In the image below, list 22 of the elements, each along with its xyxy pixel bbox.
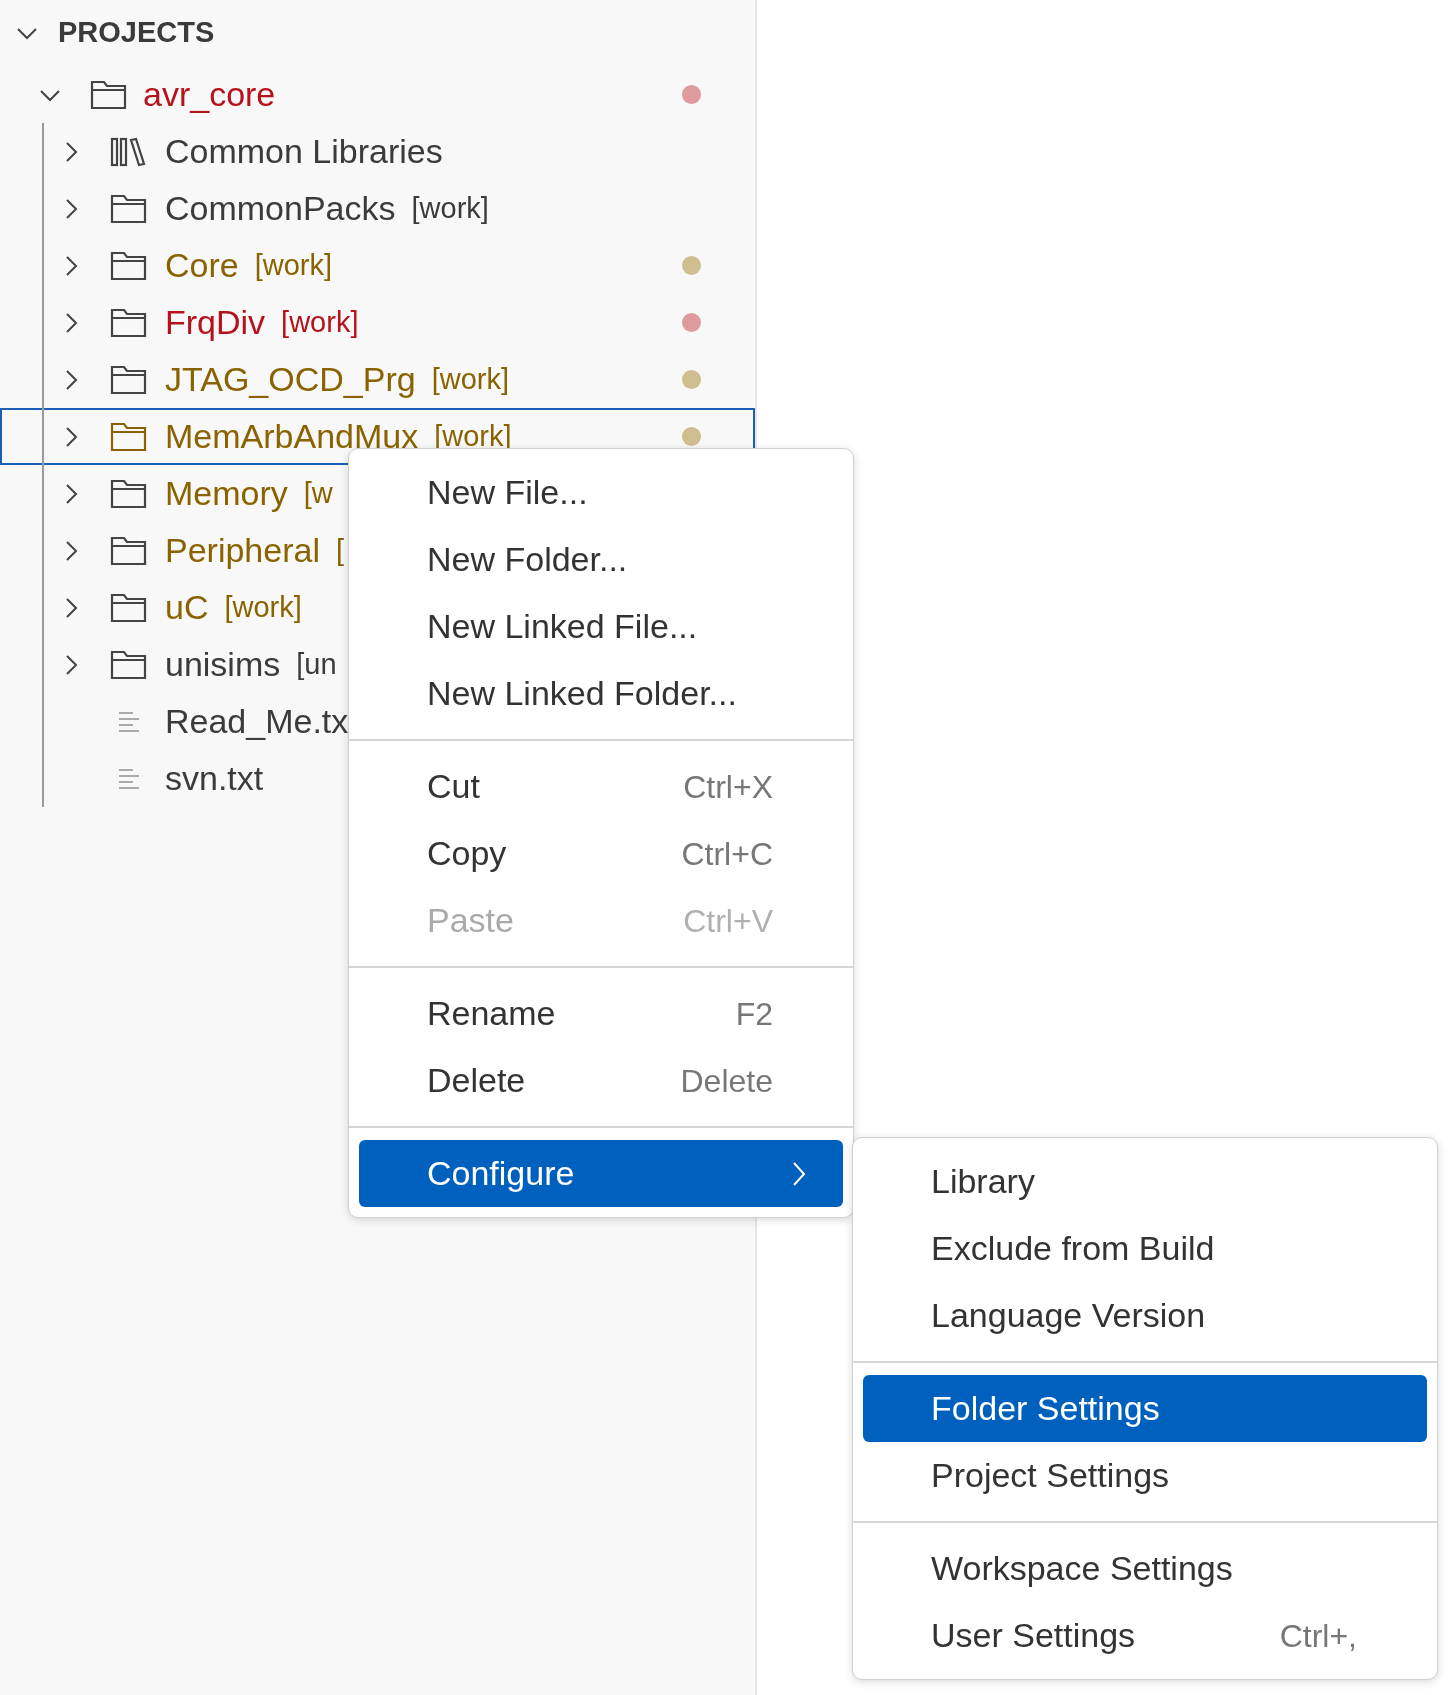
item-tag: [work] <box>254 243 333 288</box>
item-tag: [un <box>296 642 337 687</box>
item-label: Memory <box>165 473 288 514</box>
item-tag: [w <box>303 471 333 516</box>
item-tag: [ <box>336 528 345 573</box>
item-label: JTAG_OCD_Prg <box>165 359 416 400</box>
item-tag: [work] <box>411 186 489 231</box>
item-label: Core <box>165 245 239 286</box>
section-title: PROJECTS <box>58 15 215 51</box>
item-label: uC <box>165 587 209 628</box>
item-tag: [work] <box>224 585 302 630</box>
item-label: Peripheral <box>165 530 320 571</box>
item-label: svn.txt <box>165 758 264 799</box>
item-label: Common Libraries <box>165 131 443 172</box>
item-label: avr_core <box>143 74 276 115</box>
item-tag: [work] <box>281 300 359 345</box>
item-label: Read_Me.tx <box>165 701 349 742</box>
item-label: FrqDiv <box>165 302 266 343</box>
item-label: unisims <box>165 644 281 685</box>
item-tag: [work] <box>431 357 509 402</box>
item-label: CommonPacks <box>165 188 396 229</box>
item-label: MemArbAndMux <box>165 416 419 457</box>
